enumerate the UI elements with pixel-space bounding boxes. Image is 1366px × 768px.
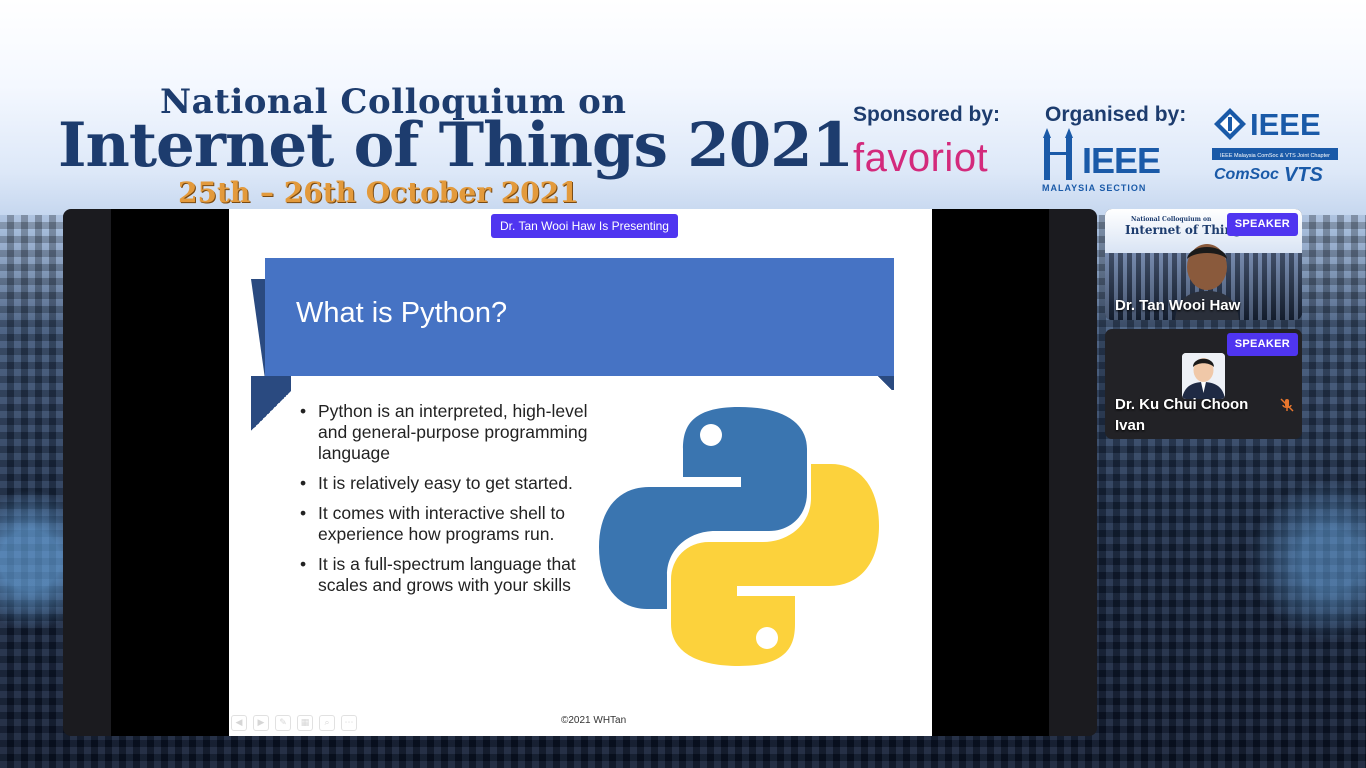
slide-pen-icon[interactable]: ✎ [275, 715, 291, 731]
slide-navigation-controls: ◀ ▶ ✎ ▦ ⌕ ⋯ [231, 715, 357, 731]
slide-header-shadow [251, 376, 291, 446]
participant-tile[interactable]: National Colloquium on Internet of Thing… [1105, 209, 1302, 320]
slide-zoom-icon[interactable]: ⌕ [319, 715, 335, 731]
screen-share-panel: What is Python? Python is an interpreted… [63, 209, 1097, 736]
slide-bullet-list: Python is an interpreted, high-level and… [300, 401, 600, 605]
slide-bullet: Python is an interpreted, high-level and… [300, 401, 600, 464]
presenting-badge: Dr. Tan Wooi Haw Is Presenting [491, 214, 678, 238]
sponsored-label: Sponsored by: [853, 103, 1001, 126]
slide-bullet: It is relatively easy to get started. [300, 473, 600, 494]
ieee-chapter-label: IEEE Malaysia ComSoc & VTS Joint Chapter [1219, 153, 1331, 159]
banner-dates: 25th – 26th October 2021 [178, 176, 579, 209]
speaker-badge: SPEAKER [1226, 333, 1298, 356]
ieee-malaysia-subtitle: MALAYSIA SECTION [1042, 183, 1147, 193]
participant-name: Dr. Tan Wooi Haw [1115, 297, 1241, 314]
slide-more-icon[interactable]: ⋯ [341, 715, 357, 731]
banner-title-line2: Internet of Things 2021 [58, 110, 854, 181]
participant-tile[interactable]: SPEAKER Dr. Ku Chui Choon Ivan [1105, 329, 1302, 439]
mini-banner-line1: National Colloquium on [1131, 216, 1212, 223]
slide-header-fold-right [876, 376, 894, 390]
slide-bullet: It is a full-spectrum language that scal… [300, 554, 600, 596]
slide-footer: ©2021 WHTan [561, 715, 627, 726]
organised-label: Organised by: [1045, 103, 1187, 126]
slide-header-fold [251, 279, 265, 379]
slide-prev-icon[interactable]: ◀ [231, 715, 247, 731]
microphone-off-icon [1280, 398, 1294, 412]
vts-logo: VTS [1284, 164, 1323, 186]
avatar [1182, 353, 1225, 399]
ieee-text: IEEE [1250, 107, 1321, 142]
comsoc-logo: ComSoc [1214, 166, 1279, 183]
ieee-malaysia-text: IEEE [1082, 140, 1161, 181]
slide-title: What is Python? [296, 297, 508, 329]
slide-bullet: It comes with interactive shell to exper… [300, 503, 600, 545]
slide-grid-icon[interactable]: ▦ [297, 715, 313, 731]
favoriot-logo: favoriot [853, 136, 989, 180]
speaker-badge: SPEAKER [1226, 213, 1298, 236]
python-logo [599, 407, 879, 666]
participant-name: Dr. Ku Chui Choon Ivan [1115, 396, 1249, 434]
slide-next-icon[interactable]: ▶ [253, 715, 269, 731]
